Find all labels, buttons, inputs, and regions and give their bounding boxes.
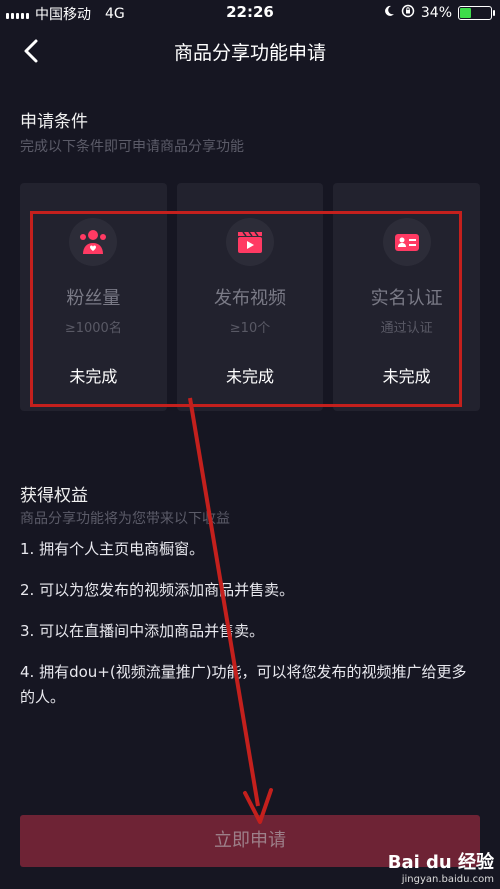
watermark-url: jingyan.baidu.com — [401, 874, 494, 885]
benefits-title: 获得权益 — [20, 486, 88, 506]
benefit-item: 4. 拥有dou+(视频流量推广)功能，可以将您发布的视频推广给更多的人。 — [20, 663, 467, 706]
rotation-lock-icon — [401, 4, 415, 22]
conditions-title: 申请条件 — [20, 112, 88, 132]
benefit-item: 2. 可以为您发布的视频添加商品并售卖。 — [20, 581, 295, 599]
battery-level — [460, 8, 471, 18]
conditions-subtitle: 完成以下条件即可申请商品分享功能 — [20, 139, 244, 155]
annotation-highlight-box — [30, 211, 462, 407]
battery-icon — [458, 6, 495, 20]
benefits-list: 1. 拥有个人主页电商橱窗。 2. 可以为您发布的视频添加商品并售卖。 3. 可… — [20, 537, 480, 726]
status-bar: 中国移动 4G 22:26 34% — [0, 0, 500, 26]
watermark-brand: Bai du 经验 — [387, 852, 494, 873]
moon-icon — [383, 5, 395, 21]
annotation-arrow-icon — [188, 397, 273, 824]
page-title: 商品分享功能申请 — [173, 42, 326, 64]
benefits-subtitle: 商品分享功能将为您带来以下收益 — [20, 511, 230, 527]
nav-bar: 商品分享功能申请 — [0, 26, 500, 78]
benefit-item: 3. 可以在直播间中添加商品并售卖。 — [20, 622, 265, 640]
benefit-item: 1. 拥有个人主页电商橱窗。 — [20, 540, 205, 558]
baidu-watermark: Bai du 经验 jingyan.baidu.com — [388, 848, 494, 885]
battery-percent: 34% — [420, 5, 452, 21]
